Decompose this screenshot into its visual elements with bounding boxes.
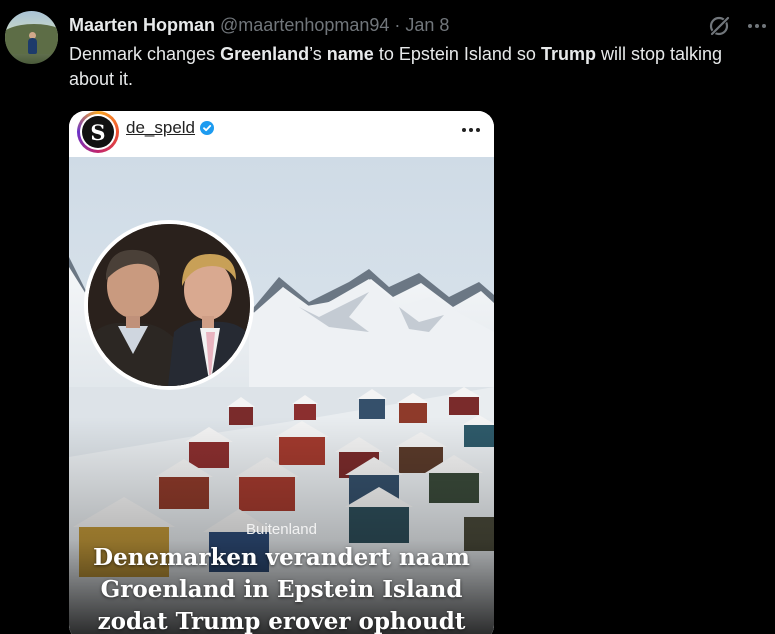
card-account-name: de_speld <box>126 118 215 138</box>
tweet-header: Maarten Hopman @maartenhopman94 · Jan 8 <box>69 14 449 36</box>
media-card[interactable]: S de_speld Buitenland Denemarken verande… <box>69 111 494 634</box>
article-category: Buitenland <box>246 521 317 538</box>
headline-line: Denemarken verandert naam <box>93 544 470 571</box>
tweet-text-segment: to Epstein Island so <box>373 44 541 64</box>
tweet-text-bold-segment: name <box>326 44 374 64</box>
tweet-text: Denmark changes Greenland’s name to Epst… <box>69 42 769 92</box>
tweet-text-segment: Denmark changes <box>69 44 221 64</box>
author-avatar[interactable] <box>5 11 58 64</box>
tweet-date[interactable]: Jan 8 <box>405 15 449 36</box>
header-separator: · <box>394 14 401 35</box>
headline-line: Groenland in Epstein Island <box>100 576 463 603</box>
article-headline: Denemarken verandert naam Groenland in Ep… <box>69 542 494 634</box>
more-options-icon[interactable] <box>745 13 769 39</box>
card-account-bar: S de_speld <box>69 111 494 157</box>
tweet-text-bold-segment: Greenland <box>220 44 310 64</box>
author-name[interactable]: Maarten Hopman <box>69 15 215 36</box>
de-speld-logo: S <box>77 111 119 153</box>
portrait-photo <box>84 220 254 390</box>
tweet-text-segment: ’s <box>309 44 327 64</box>
headline-line: zodat Trump erover ophoudt <box>97 608 466 634</box>
author-handle[interactable]: @maartenhopman94 <box>220 15 389 36</box>
tweet-text-bold-segment: Trump <box>540 44 596 64</box>
grok-icon[interactable] <box>707 13 733 39</box>
card-more-icon <box>462 128 480 132</box>
verified-badge-icon <box>200 121 215 135</box>
article-image: Buitenland Denemarken verandert naam Groe… <box>69 157 494 634</box>
